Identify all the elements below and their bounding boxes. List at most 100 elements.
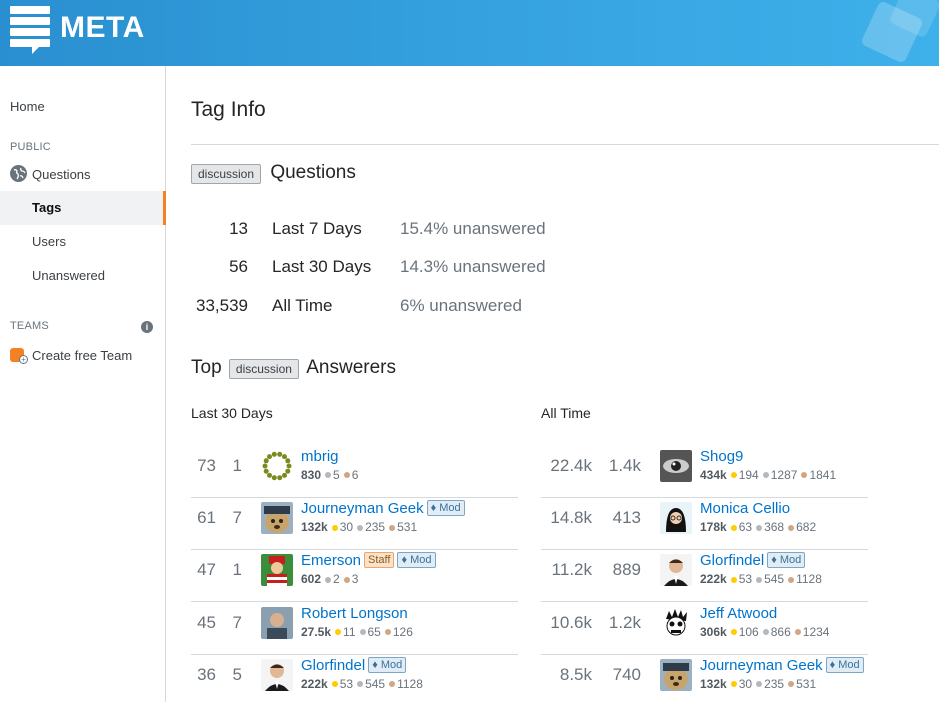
bronze-badge-icon bbox=[389, 681, 396, 688]
sidebar-item-questions[interactable]: Questions bbox=[0, 165, 166, 185]
avatar[interactable] bbox=[261, 554, 293, 587]
sidebar-section-public: PUBLIC bbox=[10, 141, 51, 153]
bronze-badge-count: 126 bbox=[392, 624, 413, 639]
user-link[interactable]: Glorfindel bbox=[700, 552, 764, 569]
user-reputation-line: 132k 30 235 531 bbox=[700, 677, 816, 691]
user-reputation-line: 306k 106 866 1234 bbox=[700, 625, 829, 639]
user-link[interactable]: Emerson bbox=[301, 552, 361, 569]
silver-badge-count: 866 bbox=[770, 624, 791, 639]
bronze-badge-icon bbox=[788, 524, 795, 531]
user-link[interactable]: Glorfindel bbox=[301, 657, 365, 674]
bronze-badge-icon bbox=[343, 472, 350, 479]
answer-count: 7 bbox=[232, 508, 242, 528]
bronze-badge-icon bbox=[788, 576, 795, 583]
sidebar-item-users[interactable]: Users bbox=[0, 234, 166, 249]
stat-unanswered[interactable]: 14.3% unanswered bbox=[400, 257, 546, 277]
user-name-line: Glorfindel ♦ Mod bbox=[301, 656, 407, 674]
bronze-badge-icon bbox=[384, 628, 391, 635]
user-link[interactable]: Monica Cellio bbox=[700, 500, 790, 517]
avatar[interactable] bbox=[261, 606, 293, 639]
gold-badge-count: 53 bbox=[738, 572, 753, 587]
silver-badge-icon bbox=[357, 681, 364, 688]
user-link[interactable]: Journeyman Geek bbox=[700, 657, 823, 674]
bronze-badge-icon bbox=[788, 681, 795, 688]
user-reputation-line: 178k 63 368 682 bbox=[700, 520, 816, 534]
answer-score: 14.8k bbox=[550, 508, 592, 528]
user-reputation-line: 132k 30 235 531 bbox=[301, 520, 417, 534]
stat-label: All Time bbox=[272, 296, 333, 315]
answerer-row: 22.4k 1.4k Shog9 434k 194 1287 1841 bbox=[541, 446, 868, 498]
answer-count: 889 bbox=[612, 560, 641, 580]
user-reputation-line: 222k 53 545 1128 bbox=[700, 572, 822, 586]
silver-badge-count: 545 bbox=[764, 572, 785, 587]
user-name-line: mbrig bbox=[301, 448, 339, 465]
bronze-badge-count: 1841 bbox=[809, 468, 837, 482]
user-reputation-line: 222k 53 545 1128 bbox=[301, 677, 423, 691]
gold-badge-icon bbox=[730, 472, 737, 479]
avatar[interactable] bbox=[660, 554, 692, 587]
avatar[interactable] bbox=[660, 502, 692, 535]
user-link[interactable]: Shog9 bbox=[700, 448, 743, 465]
tag-discussion[interactable]: discussion bbox=[191, 164, 262, 184]
info-icon[interactable]: i bbox=[141, 321, 153, 333]
bronze-badge-icon bbox=[794, 628, 801, 635]
silver-badge-count: 235 bbox=[764, 676, 785, 691]
reputation-score: 178k bbox=[700, 520, 727, 535]
answer-count: 1.4k bbox=[608, 456, 641, 475]
avatar[interactable] bbox=[660, 450, 692, 482]
questions-heading: discussion Questions bbox=[191, 162, 356, 184]
gold-badge-icon bbox=[331, 524, 338, 531]
answer-score: 36 bbox=[197, 664, 216, 684]
user-link[interactable]: Robert Longson bbox=[301, 605, 408, 622]
silver-badge-icon bbox=[762, 472, 769, 479]
user-name-line: Journeyman Geek ♦ Mod bbox=[700, 656, 864, 674]
bronze-badge-icon bbox=[389, 524, 396, 531]
sidebar-section-teams: TEAMS bbox=[10, 320, 49, 332]
moderator-badge: ♦ Mod bbox=[397, 552, 436, 569]
stat-unanswered[interactable]: 6% unanswered bbox=[400, 296, 522, 316]
user-link[interactable]: Jeff Atwood bbox=[700, 605, 777, 622]
user-link[interactable]: mbrig bbox=[301, 448, 339, 465]
silver-badge-icon bbox=[756, 524, 763, 531]
avatar[interactable] bbox=[660, 606, 692, 639]
silver-badge-count: 368 bbox=[764, 520, 785, 535]
stat-unanswered[interactable]: 15.4% unanswered bbox=[400, 219, 546, 239]
reputation-score: 434k bbox=[700, 468, 727, 482]
site-logo-text[interactable]: META bbox=[60, 11, 145, 45]
user-reputation-line: 434k 194 1287 1841 bbox=[700, 468, 836, 482]
tag-discussion[interactable]: discussion bbox=[228, 359, 299, 379]
last-30-days-heading: Last 30 Days bbox=[191, 405, 273, 421]
answer-count: 7 bbox=[232, 612, 242, 632]
answer-score: 73 bbox=[197, 456, 216, 475]
stat-label: Last 7 Days bbox=[272, 219, 362, 238]
gold-badge-icon bbox=[730, 576, 737, 583]
page-title: Tag Info bbox=[191, 98, 266, 121]
create-team-link[interactable]: + Create free Team bbox=[0, 346, 166, 366]
sidebar-item-home[interactable]: Home bbox=[0, 99, 166, 114]
user-name-line: Jeff Atwood bbox=[700, 605, 777, 622]
avatar[interactable] bbox=[261, 502, 293, 535]
sidebar-item-unanswered[interactable]: Unanswered bbox=[0, 268, 166, 283]
answerer-row: 61 7 Journeyman Geek ♦ Mod 132k 30 235 531 bbox=[191, 498, 518, 551]
user-link[interactable]: Journeyman Geek bbox=[301, 500, 424, 517]
avatar[interactable] bbox=[261, 658, 293, 691]
user-name-line: Robert Longson bbox=[301, 605, 408, 622]
bronze-badge-count: 1234 bbox=[802, 624, 830, 639]
globe-icon bbox=[10, 165, 27, 182]
moderator-badge: ♦ Mod bbox=[426, 500, 465, 517]
reputation-score: 222k bbox=[301, 676, 328, 691]
silver-badge-count: 65 bbox=[367, 624, 381, 639]
stat-count: 56 bbox=[229, 257, 248, 276]
silver-badge-icon bbox=[359, 628, 366, 635]
meta-logo-icon[interactable] bbox=[10, 6, 50, 56]
answerer-row: 45 7 Robert Longson 27.5k 11 65 126 bbox=[191, 603, 518, 655]
plus-icon: + bbox=[19, 355, 28, 364]
silver-badge-icon bbox=[325, 576, 332, 583]
answer-count: 740 bbox=[612, 664, 641, 684]
avatar[interactable] bbox=[261, 450, 293, 482]
staff-badge: Staff bbox=[364, 552, 395, 569]
sidebar-item-tags[interactable]: Tags bbox=[0, 191, 166, 225]
gold-badge-count: 106 bbox=[738, 624, 759, 639]
left-sidebar: Home PUBLIC Questions Tags Users Unanswe… bbox=[0, 66, 166, 702]
avatar[interactable] bbox=[660, 658, 692, 691]
